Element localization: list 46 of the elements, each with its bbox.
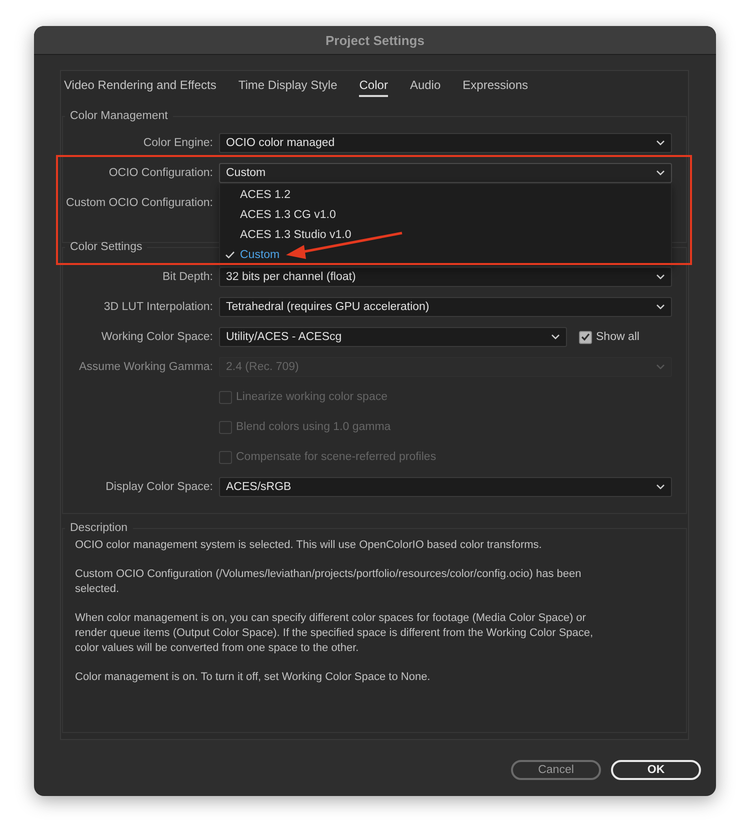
field-label: Working Color Space: (100, 331, 213, 343)
field-label: Assume Working Gamma: (78, 361, 213, 373)
cancel-button[interactable]: Cancel (511, 760, 601, 780)
menu-item[interactable]: ACES 1.3 CG v1.0 (220, 205, 671, 225)
menu-item[interactable]: ACES 1.2 (220, 185, 671, 205)
dropdown-field[interactable]: Custom (219, 163, 672, 183)
chevron-down-icon (656, 170, 665, 176)
tab[interactable]: Color (359, 77, 388, 97)
checkbox-label: Blend colors using 1.0 gamma (236, 421, 391, 433)
dropdown-field[interactable]: Tetrahedral (requires GPU acceleration) (219, 297, 672, 317)
dropdown-field[interactable]: ACES/sRGB (219, 477, 672, 497)
dropdown-field[interactable]: Utility/ACES - ACEScg (219, 327, 567, 347)
checkbox[interactable] (579, 330, 592, 344)
chevron-down-icon (551, 334, 560, 340)
field-label: Custom OCIO Configuration: (64, 197, 213, 209)
description-text: When color management is on, you can specify different color spaces for footage (Media Color Space) or render queue items (Output Color Space). If the specified space is different from the Working Color Space, color values will be converted from one space to the other. (75, 611, 594, 656)
description-text: OCIO color management system is selected. This will use OpenColorIO based color transforms. (75, 538, 543, 553)
field-label: Bit Depth: (162, 271, 213, 283)
description-text: Color management is on. To turn it off, set Working Color Space to None. (75, 670, 432, 685)
menu-item[interactable]: ACES 1.3 Studio v1.0 (220, 225, 671, 245)
window-title: Project Settings (326, 32, 424, 48)
description-text: Custom OCIO Configuration (/Volumes/leviathan/projects/portfolio/resources/color/config.ocio) has been selected. (75, 567, 582, 597)
group-heading: Description (69, 522, 129, 534)
chevron-down-icon (656, 140, 665, 146)
chevron-down-icon (656, 364, 665, 370)
checkbox-label: Linearize working color space (236, 391, 388, 403)
tab[interactable]: Expressions (462, 77, 528, 97)
tab[interactable]: Time Display Style (238, 77, 338, 97)
group-heading: Color Management (69, 110, 169, 122)
dropdown-field[interactable]: OCIO color managed (219, 133, 672, 153)
ok-button[interactable]: OK (611, 760, 701, 780)
group-heading: Color Settings (69, 241, 144, 253)
checkmark-icon (225, 251, 235, 259)
chevron-down-icon (656, 484, 665, 490)
chevron-down-icon (656, 274, 665, 280)
checkbox-label: Show all (596, 331, 640, 343)
field-label: Display Color Space: (104, 481, 213, 493)
tab[interactable]: Audio (410, 77, 441, 97)
field-label: Color Engine: (142, 137, 213, 149)
dropdown-field[interactable]: 32 bits per channel (float) (219, 267, 672, 287)
field-label: OCIO Configuration: (108, 167, 213, 179)
menu-item[interactable]: Custom (220, 245, 671, 265)
checkbox-label: Compensate for scene-referred profiles (236, 451, 436, 463)
tab[interactable]: Video Rendering and Effects (64, 77, 216, 97)
field-label: 3D LUT Interpolation: (102, 301, 213, 313)
chevron-down-icon (656, 304, 665, 310)
